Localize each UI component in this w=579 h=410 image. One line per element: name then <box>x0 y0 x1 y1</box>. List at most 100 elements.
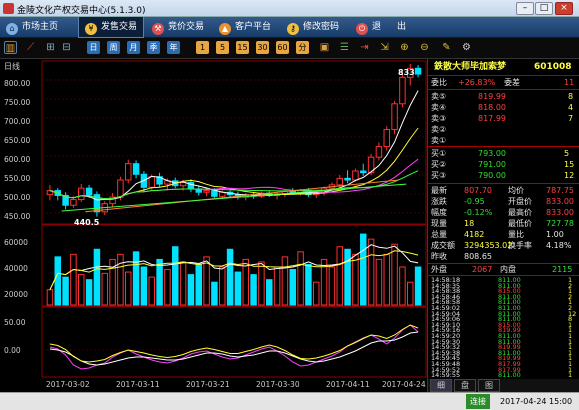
sell-row: 卖① <box>428 135 579 146</box>
volume-bar-down <box>211 281 218 306</box>
quote-value: -0.12% <box>464 208 493 217</box>
volume-bar-up <box>70 253 77 306</box>
grid-icon[interactable]: ⊞ <box>44 41 57 54</box>
period-1min-button[interactable]: 1 <box>196 41 209 54</box>
volume-bar-up <box>46 289 54 306</box>
macd-axis-label: 50.00 <box>4 318 26 327</box>
tab-detail[interactable]: 细 <box>430 379 452 392</box>
price-axis-label: 700.00 <box>4 117 30 126</box>
connection-status: 连接 <box>466 394 490 409</box>
menu-bid-trade[interactable]: ⚒ 竞价交易 <box>152 17 204 38</box>
client-icon: ▲ <box>219 23 231 35</box>
sell-qty: 7 <box>568 114 574 123</box>
minimize-button[interactable]: – <box>516 2 534 15</box>
menu-label: 发售交易 <box>101 22 138 32</box>
price-axis-label: 600.00 <box>4 155 30 164</box>
quote-label: 总量 <box>431 230 447 239</box>
title-bar: 金陵文化产权交易中心(5.1.3.0) – □ × <box>0 0 579 17</box>
period-30min-button[interactable]: 30 <box>256 41 269 54</box>
period-day-button[interactable]: 日 <box>87 41 100 54</box>
volume-bar-down <box>360 233 367 306</box>
volume-bar-down <box>289 269 296 306</box>
stock-code: 601008 <box>534 62 572 72</box>
volume-bar-up <box>383 253 390 306</box>
price-axis-label: 750.00 <box>4 98 30 107</box>
tab-book[interactable]: 盘 <box>454 379 476 392</box>
sell-label: 卖③ <box>431 114 447 123</box>
sell-qty: 8 <box>568 92 574 101</box>
sell-qty: 4 <box>568 103 574 112</box>
menu-change-password[interactable]: ⚷ 修改密码 <box>287 17 339 38</box>
volume-bar-up <box>391 243 398 306</box>
volume-bar-up <box>367 238 375 306</box>
pointer-icon[interactable]: ⇲ <box>378 41 391 54</box>
price-axis-label: 500.00 <box>4 193 30 202</box>
quote-value: 4.18% <box>546 241 572 250</box>
period-quarter-button[interactable]: 季 <box>147 41 160 54</box>
tab-chart[interactable]: 图 <box>478 379 500 392</box>
volume-bar-up <box>125 271 132 306</box>
window-icon[interactable]: ▣ <box>318 41 331 54</box>
period-month-button[interactable]: 月 <box>127 41 140 54</box>
period-minute-button[interactable]: 分 <box>296 41 309 54</box>
volume-bar-up <box>164 269 171 306</box>
period-week-button[interactable]: 周 <box>107 41 120 54</box>
volume-bar-up <box>352 253 359 306</box>
period-year-button[interactable]: 年 <box>167 41 180 54</box>
zoom-out-icon[interactable]: ⊖ <box>418 41 431 54</box>
period-60min-button[interactable]: 60 <box>276 41 289 54</box>
volume-bar-down <box>226 248 234 306</box>
volume-bar-down <box>93 248 101 306</box>
kline-chart-area[interactable]: 日线 800.00 750.00 700.00 650.00 600.00 55… <box>0 59 427 392</box>
minus-icon[interactable]: ⊟ <box>60 41 73 54</box>
menu-label: 竞价交易 <box>168 22 205 32</box>
volume-bar-down <box>140 266 148 306</box>
candle-down <box>414 67 422 75</box>
candle-up <box>148 176 155 188</box>
sell-price: 817.99 <box>478 114 506 123</box>
line-icon[interactable]: ⟋ <box>24 41 37 54</box>
window-title: 金陵文化产权交易中心(5.1.3.0) <box>17 6 146 16</box>
candle-down <box>211 190 218 197</box>
volume-bar-down <box>172 246 179 306</box>
close-button[interactable]: × <box>555 2 573 15</box>
volume-bar-up <box>273 266 281 306</box>
zoom-in-icon[interactable]: ⊕ <box>398 41 411 54</box>
high-price-label: 833 <box>398 68 415 77</box>
settings-icon[interactable]: ⚙ <box>460 41 473 54</box>
period-15min-button[interactable]: 15 <box>236 41 249 54</box>
menu-client-platform[interactable]: ▲ 客户平台 <box>219 17 271 38</box>
bar-chart-icon[interactable]: ▥ <box>4 41 17 54</box>
draw-icon[interactable]: ✎ <box>440 41 453 54</box>
date-label: 2017-03-11 <box>116 380 160 389</box>
volume-bar-up <box>148 276 155 306</box>
menu-exit-2[interactable]: 出 <box>397 17 406 38</box>
sell-price: 819.99 <box>478 92 506 101</box>
maximize-button[interactable]: □ <box>535 2 553 15</box>
quote-row: 总量 4182 量比 1.00 <box>428 229 579 240</box>
menu-exit[interactable]: ⏻ 退 <box>356 17 381 38</box>
buy-qty: 5 <box>564 149 570 158</box>
quote-value: 787.75 <box>546 186 574 195</box>
volume-axis-label: 20000 <box>4 290 28 299</box>
quote-value: 833.00 <box>546 197 574 206</box>
buy-label: 买① <box>431 149 447 158</box>
exit-icon[interactable]: ⇥ <box>358 41 371 54</box>
candle-up <box>383 128 390 148</box>
buy-price: 791.00 <box>478 160 506 169</box>
volume-bar-up <box>179 261 187 306</box>
list-icon[interactable]: ☰ <box>338 41 351 54</box>
quote-row: 涨跌 -0.95 开盘价 833.00 <box>428 196 579 207</box>
volume-bar-up <box>219 266 226 306</box>
volume-bar-down <box>414 266 422 306</box>
volume-bar-down <box>62 276 69 306</box>
quote-label: 幅度 <box>431 208 447 217</box>
candle-up <box>391 103 398 130</box>
candle-up <box>125 163 132 181</box>
menu-market-home[interactable]: ⌂ 市场主页 <box>6 17 58 38</box>
buy-price: 793.00 <box>478 149 506 158</box>
period-5min-button[interactable]: 5 <box>216 41 229 54</box>
buy-row: 买② 791.00 15 <box>428 159 579 170</box>
power-icon: ⏻ <box>356 23 368 35</box>
menu-issue-trade[interactable]: ¥ 发售交易 <box>78 17 145 38</box>
